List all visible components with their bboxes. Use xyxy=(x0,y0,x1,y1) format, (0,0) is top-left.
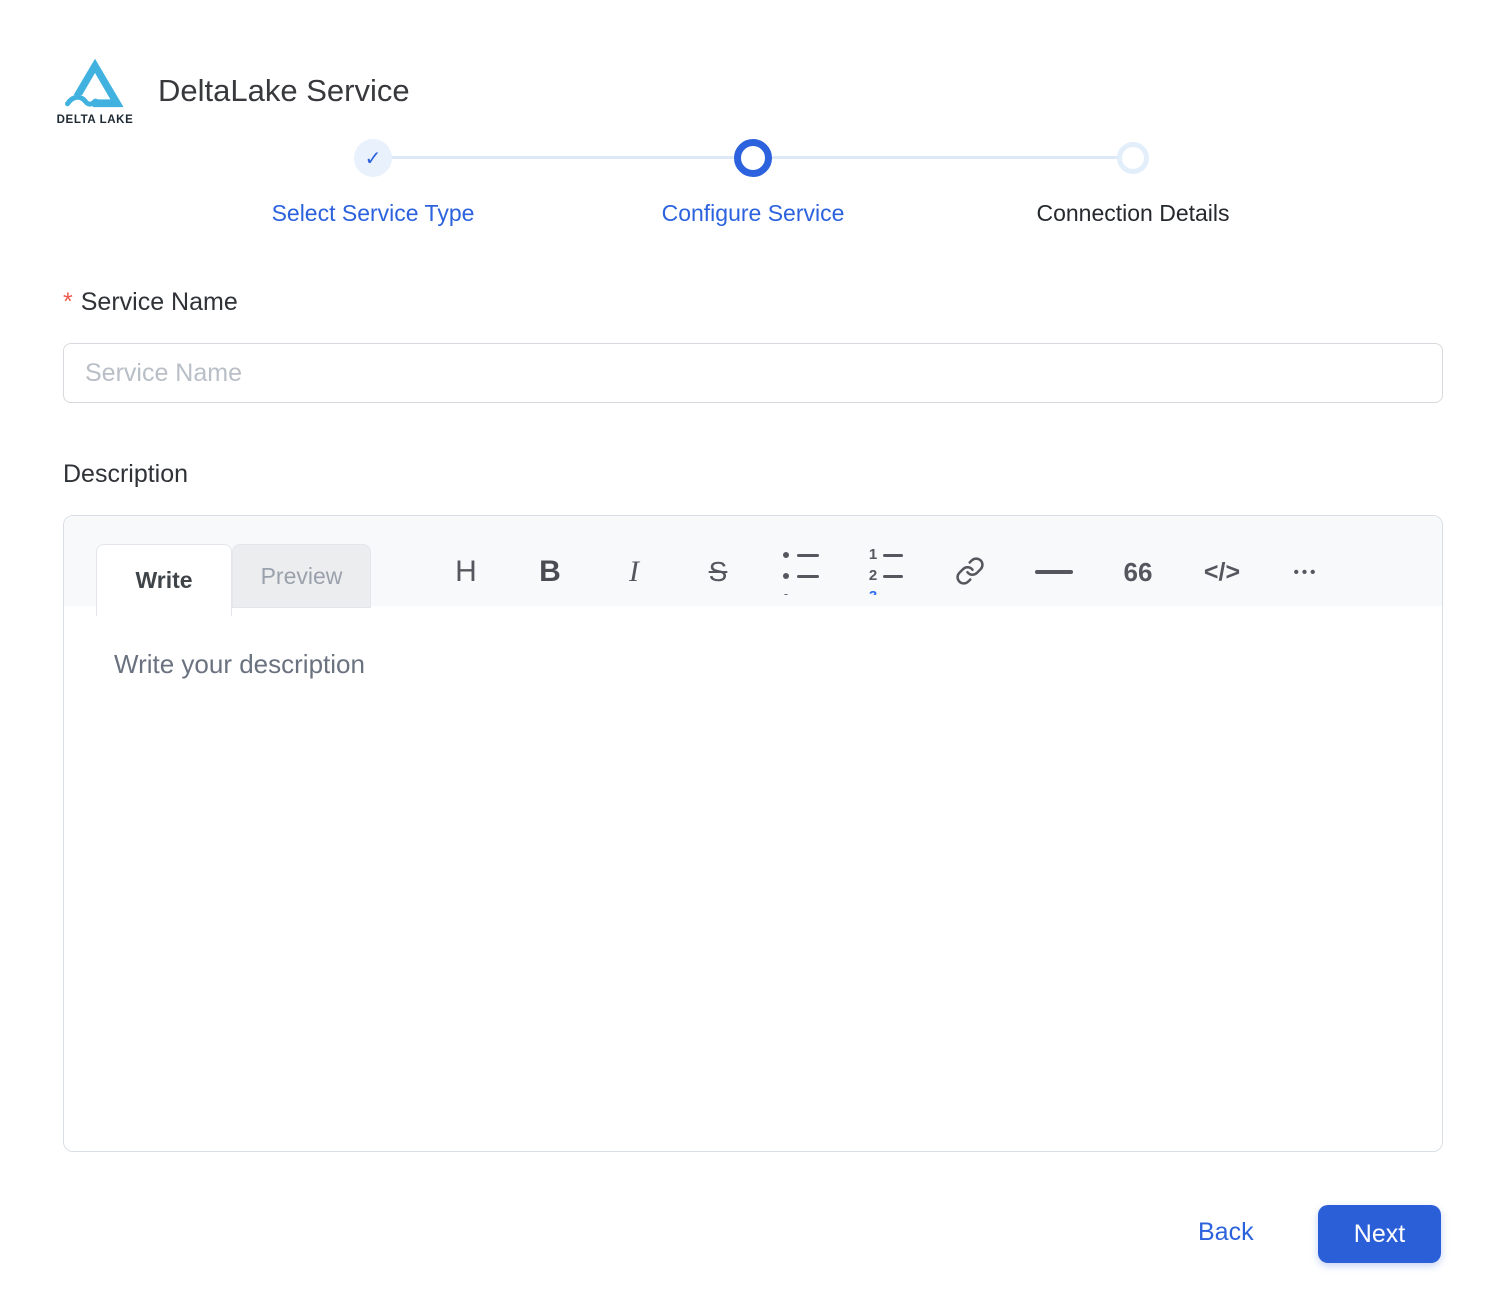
editor-tabs: Write Preview xyxy=(96,544,371,616)
step-label-configure-service: Configure Service xyxy=(662,200,845,227)
deltalake-logo-icon xyxy=(56,56,134,112)
heading-icon: H xyxy=(455,555,477,589)
step-completed-check-icon: ✓ xyxy=(354,139,392,177)
bold-button[interactable]: B xyxy=(508,538,592,606)
unordered-list-button[interactable] xyxy=(760,538,844,606)
tab-write[interactable]: Write xyxy=(96,544,232,616)
step-label-connection-details: Connection Details xyxy=(1036,200,1229,227)
step-upcoming-circle-icon xyxy=(1117,142,1149,174)
step-connection-details: Connection Details xyxy=(943,138,1323,227)
page-title: DeltaLake Service xyxy=(158,73,410,109)
link-icon xyxy=(955,556,985,589)
stepper: ✓ Select Service Type Configure Service … xyxy=(183,138,1323,227)
deltalake-logo: DELTA LAKE xyxy=(56,56,134,126)
more-button[interactable]: ••• xyxy=(1264,538,1348,606)
strikethrough-icon: S xyxy=(709,556,728,588)
editor-toolbar-icons: H B I S 1 2 3 xyxy=(424,516,1348,606)
strikethrough-button[interactable]: S xyxy=(676,538,760,606)
description-label: Description xyxy=(63,460,188,489)
description-textarea[interactable] xyxy=(64,606,1442,1151)
step-label-select-service-type: Select Service Type xyxy=(272,200,475,227)
code-button[interactable]: </> xyxy=(1180,538,1264,606)
unordered-list-icon xyxy=(783,549,821,595)
ordered-list-button[interactable]: 1 2 3 xyxy=(844,538,928,606)
next-button[interactable]: Next xyxy=(1318,1205,1441,1263)
quote-button[interactable]: 66 xyxy=(1096,538,1180,606)
bold-icon: B xyxy=(539,555,561,589)
heading-button[interactable]: H xyxy=(424,538,508,606)
back-button[interactable]: Back xyxy=(1198,1218,1254,1247)
tab-preview[interactable]: Preview xyxy=(232,544,371,608)
italic-icon: I xyxy=(629,555,639,589)
ordered-list-icon: 1 2 3 xyxy=(867,549,905,595)
step-active-circle-icon xyxy=(734,139,772,177)
deltalake-logo-text: DELTA LAKE xyxy=(56,114,134,126)
horizontal-rule-button[interactable] xyxy=(1012,538,1096,606)
quote-icon: 66 xyxy=(1124,557,1153,588)
editor-toolbar: Write Preview H B I S 1 2 3 xyxy=(64,516,1442,606)
service-name-label: *Service Name xyxy=(63,288,238,317)
step-configure-service: Configure Service xyxy=(563,138,943,227)
editor-body xyxy=(64,606,1442,1151)
code-icon: </> xyxy=(1204,558,1240,587)
description-editor: Write Preview H B I S 1 2 3 xyxy=(63,515,1443,1152)
italic-button[interactable]: I xyxy=(592,538,676,606)
link-button[interactable] xyxy=(928,538,1012,606)
step-select-service-type: ✓ Select Service Type xyxy=(183,138,563,227)
horizontal-rule-icon xyxy=(1035,570,1073,574)
more-icon: ••• xyxy=(1294,564,1319,581)
required-asterisk: * xyxy=(63,288,73,316)
service-name-input[interactable] xyxy=(63,343,1443,403)
